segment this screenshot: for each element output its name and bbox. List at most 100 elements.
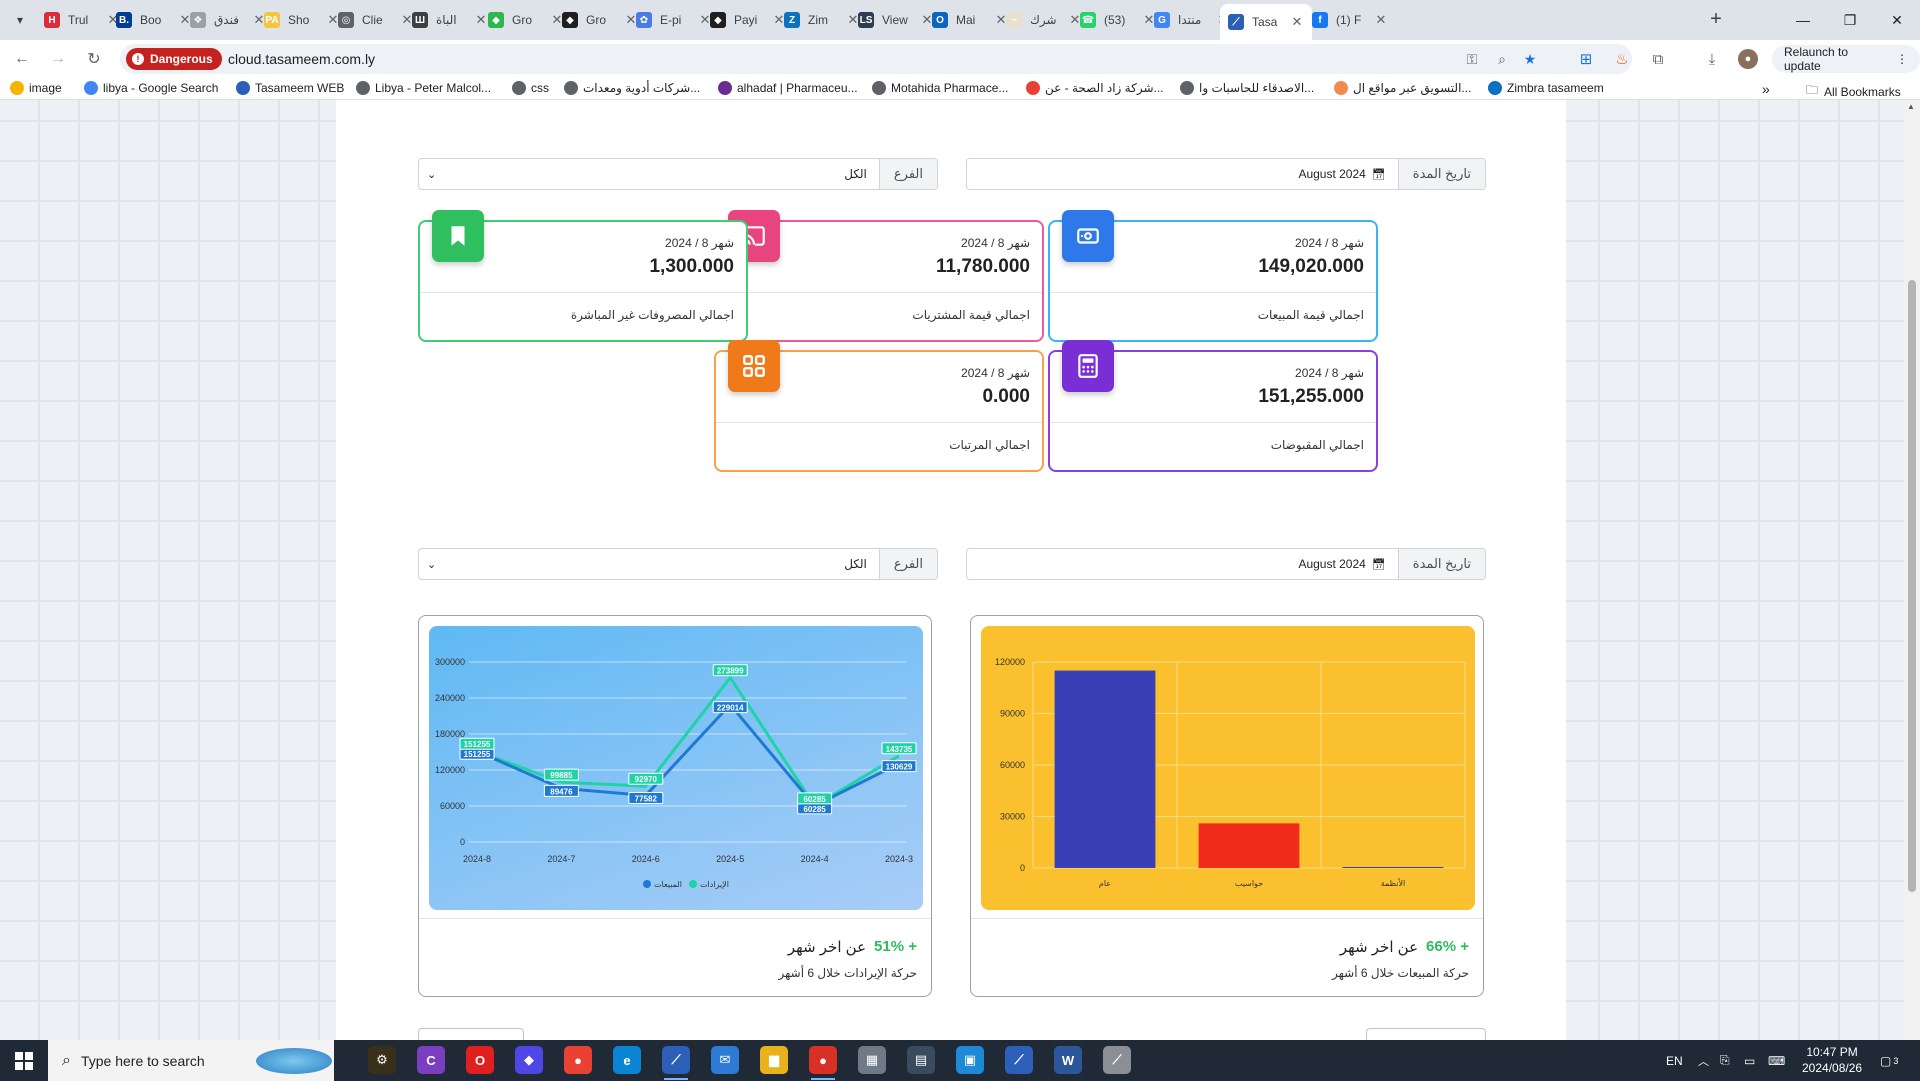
page-scrollbar[interactable]: ▲ — [1904, 100, 1920, 1040]
extension-f-icon[interactable]: ⊞ — [1576, 49, 1596, 69]
restore-icon[interactable]: ❐ — [1827, 0, 1873, 40]
back-icon[interactable]: ← — [10, 47, 34, 71]
browser-tab[interactable]: ⟋ Tasa ✕ — [1220, 4, 1312, 40]
tab-close-icon[interactable]: ✕ — [1290, 14, 1304, 30]
edge-icon[interactable]: e — [613, 1046, 641, 1074]
bookmark-item[interactable]: شركات أدوية ومعدات... — [564, 81, 700, 95]
reload-icon[interactable]: ↻ — [82, 47, 106, 71]
windows-start-icon[interactable] — [0, 1040, 48, 1081]
opera-icon[interactable]: O — [466, 1046, 494, 1074]
power-icon[interactable]: ▭ — [1744, 1040, 1755, 1081]
sales-change-percent: + 66% — [1426, 938, 1469, 955]
tab-close-icon[interactable]: ✕ — [1374, 12, 1388, 28]
bookmark-item[interactable]: التسويق عبر مواقع ال... — [1334, 81, 1471, 95]
tab-favicon-icon: ◆ — [710, 12, 726, 28]
bookmark-item[interactable]: الاصدقاء للحاسبات وا... — [1180, 81, 1314, 95]
profile-avatar-icon[interactable]: ● — [1738, 49, 1758, 69]
mail-icon[interactable]: ✉ — [711, 1046, 739, 1074]
network-icon[interactable]: ⎘ — [1720, 1040, 1730, 1081]
tasameem-icon[interactable]: ⟋ — [662, 1046, 690, 1080]
chart-branch-filter-select[interactable]: الكل — [419, 549, 879, 579]
app-pen-icon[interactable]: ⟋ — [1103, 1046, 1131, 1074]
calculator-app-icon[interactable]: ▤ — [907, 1046, 935, 1074]
scroll-up-icon[interactable]: ▲ — [1907, 102, 1915, 111]
bookmark-item[interactable]: Motahida Pharmace... — [872, 81, 1008, 95]
taskbar-search[interactable]: ⌕ Type here to search — [48, 1040, 334, 1081]
y-tick-label: 120000 — [995, 657, 1025, 667]
extension-flame-icon[interactable]: ♨ — [1612, 49, 1632, 69]
y-tick-label: 240000 — [435, 693, 465, 703]
bookmark-item[interactable]: image — [10, 81, 62, 95]
language-indicator[interactable]: EN — [1666, 1040, 1683, 1081]
bookmark-label: Zimbra tasameem — [1507, 81, 1604, 95]
branch-filter[interactable]: الفرع الكل ⌄ — [418, 158, 938, 190]
bookmark-item[interactable]: Tasameem WEB — [236, 81, 344, 95]
bookmark-item[interactable]: alhadaf | Pharmaceu... — [718, 81, 858, 95]
y-tick-label: 120000 — [435, 765, 465, 775]
chrome-active-icon[interactable]: ● — [809, 1046, 837, 1080]
close-window-icon[interactable]: ✕ — [1874, 0, 1920, 40]
salaries-card[interactable]: شهر 8 / 2024 0.000 اجمالي المرتبات — [714, 340, 1044, 472]
card-divider — [716, 292, 1042, 293]
tab-title: Clie — [362, 13, 383, 27]
data-label: 273899 — [717, 667, 744, 676]
all-bookmarks-button[interactable]: 🗀 All Bookmarks — [1806, 81, 1901, 102]
bookmark-label: شركات أدوية ومعدات... — [583, 81, 701, 95]
app-settings-icon[interactable]: ⚙ — [368, 1046, 396, 1074]
y-tick-label: 30000 — [1000, 812, 1025, 822]
address-bar[interactable]: ! Dangerous cloud.tasameem.com.ly ⚿ ⌕ ★ — [120, 44, 1632, 74]
word-icon[interactable]: W — [1054, 1046, 1082, 1074]
clock-date: 2024/08/26 — [1802, 1061, 1863, 1075]
security-warning-chip[interactable]: ! Dangerous — [126, 48, 222, 70]
branch-filter-select[interactable]: الكل — [419, 159, 879, 189]
app-window-icon[interactable]: ▦ — [858, 1046, 886, 1074]
chrome-icon[interactable]: ● — [564, 1046, 592, 1074]
sales-change-text: عن اخر شهر — [1339, 939, 1419, 956]
forward-icon[interactable]: → — [46, 47, 70, 71]
security-warning-label: Dangerous — [150, 52, 213, 66]
receipts-card[interactable]: شهر 8 / 2024 151,255.000 اجمالي المقبوضات — [1048, 340, 1378, 472]
data-label: 92970 — [635, 775, 658, 784]
tray-chevron-icon[interactable]: ︿ — [1698, 1040, 1709, 1081]
bookmark-item[interactable]: Zimbra tasameem — [1488, 81, 1604, 95]
password-key-icon[interactable]: ⚿ — [1462, 49, 1482, 69]
chart-period-filter-value[interactable]: 📅︎ August 2024 — [967, 549, 1398, 579]
download-icon[interactable]: ⤓ — [1702, 49, 1722, 69]
relaunch-button[interactable]: Relaunch to update ⋮ — [1772, 45, 1920, 73]
period-filter-value[interactable]: 📅︎ August 2024 — [967, 159, 1398, 189]
bottom-right-button[interactable] — [1366, 1028, 1486, 1040]
bookmark-favicon-icon — [1488, 81, 1502, 95]
bookmark-item[interactable]: Libya - Peter Malcol... — [356, 81, 491, 95]
tab-title: Boo — [140, 13, 162, 27]
file-explorer-icon[interactable]: ▆ — [760, 1046, 788, 1074]
chart-branch-value-text: الكل — [844, 557, 867, 571]
expenses-card[interactable]: شهر 8 / 2024 1,300.000 اجمالي المصروفات غي… — [418, 210, 748, 342]
minimize-icon[interactable]: — — [1780, 0, 1826, 40]
url-text[interactable]: cloud.tasameem.com.ly — [228, 51, 375, 67]
new-tab-button[interactable]: + — [1704, 8, 1728, 32]
system-clock[interactable]: 10:47 PM 2024/08/26 — [1802, 1044, 1862, 1076]
scrollbar-thumb[interactable] — [1908, 280, 1916, 892]
tasameem-app-icon[interactable]: ⟋ — [1005, 1046, 1033, 1074]
bookmark-item[interactable]: libya - Google Search — [84, 81, 218, 95]
more-bookmarks-icon[interactable]: » — [1762, 81, 1770, 97]
sales-card[interactable]: شهر 8 / 2024 149,020.000 اجمالي قيمة المبي… — [1048, 210, 1378, 342]
bottom-left-button[interactable] — [418, 1028, 524, 1040]
bookmark-item[interactable]: شركة زاد الصحة - عن... — [1026, 81, 1164, 95]
bookmark-star-icon[interactable]: ★ — [1520, 49, 1540, 69]
chart-branch-filter[interactable]: الفرع الكل ⌄ — [418, 548, 938, 580]
app-diamond-icon[interactable]: ◆ — [515, 1046, 543, 1074]
browser-tab[interactable]: f (1) F ✕ — [1304, 6, 1396, 34]
app-c-icon[interactable]: C — [417, 1046, 445, 1074]
card-amount: 1,300.000 — [649, 256, 734, 277]
period-filter[interactable]: تاريخ المدة 📅︎ August 2024 — [966, 158, 1486, 190]
bookmark-item[interactable]: css — [512, 81, 549, 95]
tab-search-icon[interactable]: ▾ — [8, 8, 32, 32]
purchases-card[interactable]: شهر 8 / 2024 11,780.000 اجمالي قيمة المشتر… — [714, 210, 1044, 342]
notifications-icon[interactable]: ▢ 3 — [1880, 1040, 1898, 1081]
keyboard-icon[interactable]: ⌨ — [1768, 1040, 1785, 1081]
zoom-icon[interactable]: ⌕ — [1492, 49, 1512, 69]
extensions-puzzle-icon[interactable]: ⧉ — [1648, 49, 1668, 69]
app-screen-icon[interactable]: ▣ — [956, 1046, 984, 1074]
chart-period-filter[interactable]: تاريخ المدة 📅︎ August 2024 — [966, 548, 1486, 580]
